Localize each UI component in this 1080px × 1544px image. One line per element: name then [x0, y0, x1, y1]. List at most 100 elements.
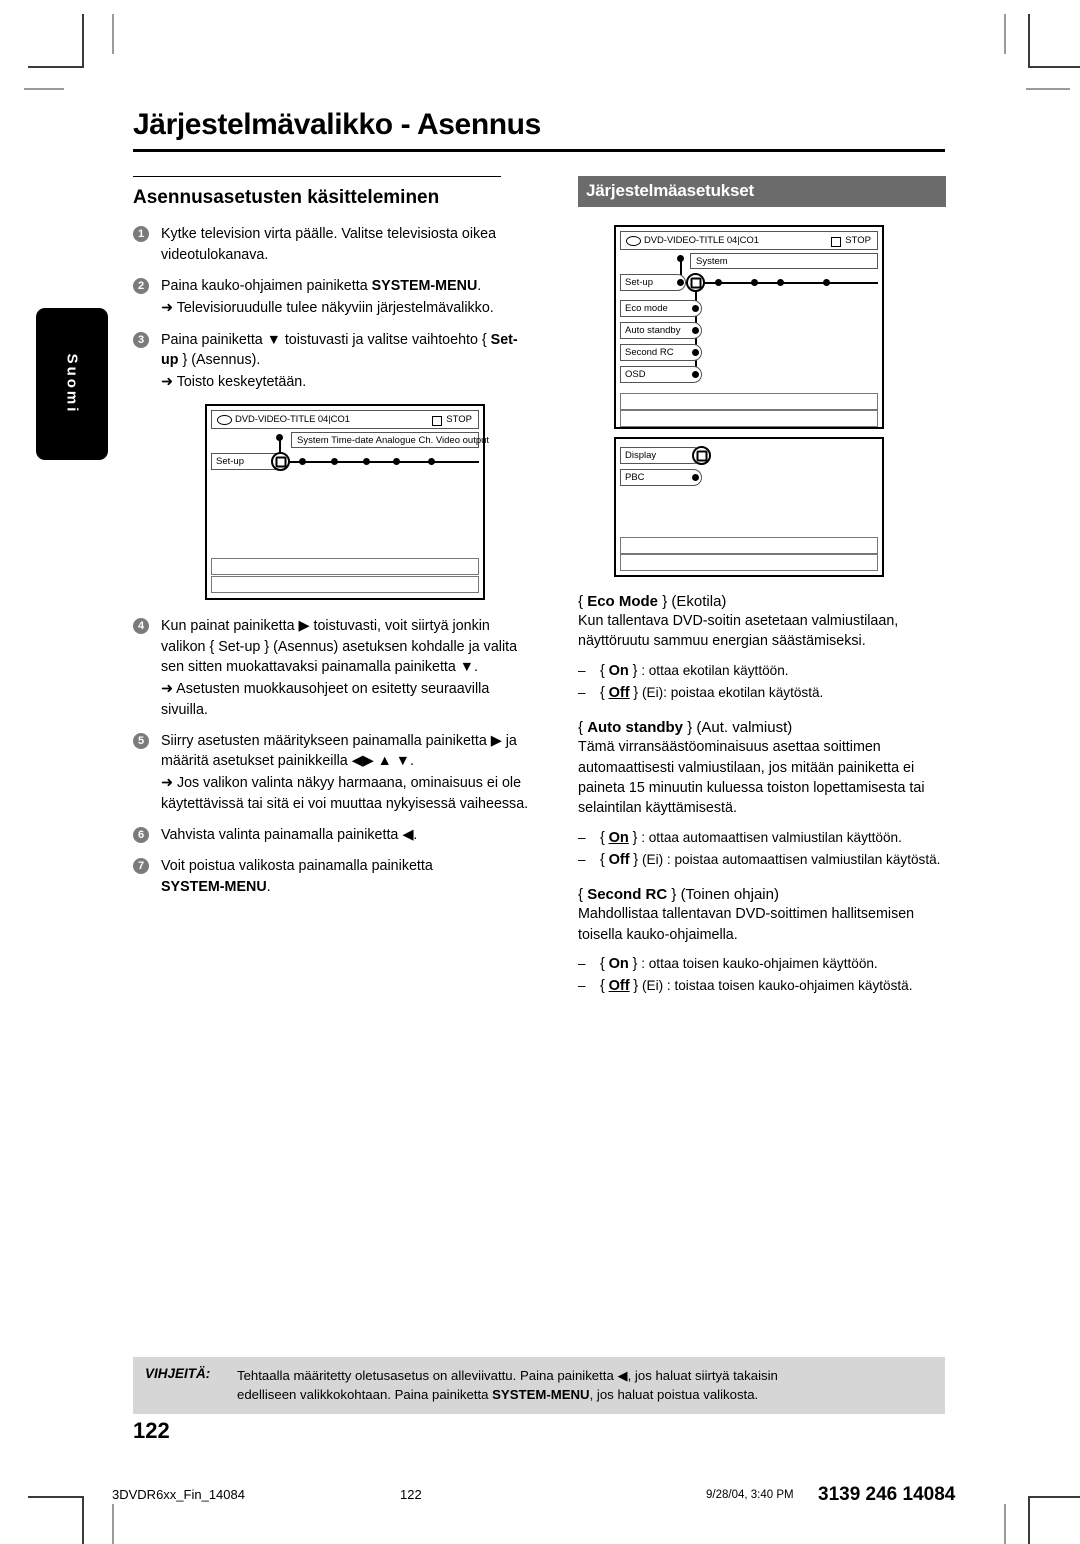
setting-options: – { On } : ottaa toisen kauko-ohjaimen k…: [578, 954, 946, 997]
tv-node-dot: [692, 349, 699, 356]
footer-filename: 3DVDR6xx_Fin_14084: [112, 1487, 245, 1502]
option-dash: –: [578, 978, 586, 994]
setting-name: Second RC: [587, 886, 668, 904]
option-desc: : poistaa automaattisen valmiustilan käy…: [663, 852, 941, 868]
tv-pill-item: OSD: [620, 366, 702, 383]
tv-node-dot: [276, 434, 283, 442]
step-text-post: } (Asennus).: [178, 351, 261, 368]
step-item: 3 Paina painiketta ▼ toistuvasti ja vali…: [133, 330, 533, 393]
setting-section: { Second RC } (Toinen ohjain) Mahdollist…: [578, 886, 946, 996]
option-desc: : poistaa ekotilan käytöstä.: [663, 685, 824, 701]
setting-options: – { On } : ottaa automaattisen valmiusti…: [578, 828, 946, 871]
left-section-heading: Asennusasetusten käsitteleminen: [133, 187, 440, 208]
crop-mark-tl-bleed-v: [112, 14, 114, 54]
tv-pill-item-label: Auto standby: [625, 325, 681, 336]
language-tab-label: Suomi: [63, 353, 81, 415]
disc-icon: [626, 236, 641, 246]
tv-pill-item-label: Eco mode: [625, 303, 668, 314]
brace-open: {: [600, 662, 605, 679]
option-key: On: [608, 662, 629, 679]
tips-label: VIHJEITÄ:: [145, 1366, 211, 1381]
setting-translation: (Ekotila): [671, 593, 727, 610]
step-bold-key: SYSTEM-MENU: [371, 277, 478, 294]
tv-node-dot: [331, 458, 338, 466]
step-number: 7: [133, 858, 149, 875]
stop-icon: [432, 416, 442, 427]
page-title: Järjestelmävalikko - Asennus: [133, 108, 541, 141]
step-item: 4 Kun painat painiketta ▶ toistuvasti, v…: [133, 616, 533, 719]
tv-footer-row: [620, 537, 878, 554]
step-text: Voit poistua valikosta painamalla painik…: [161, 858, 433, 875]
folio-page-number: 122: [133, 1418, 170, 1443]
step-bold-key: SYSTEM-MENU: [161, 878, 267, 895]
tv-pill-item-label: Second RC: [625, 347, 674, 358]
disc-icon: [217, 415, 232, 426]
stop-label: STOP: [845, 235, 871, 246]
left-heading-divider: [133, 176, 501, 177]
setting-options: – { On } : ottaa ekotilan käyttöön. – { …: [578, 661, 946, 704]
brace-open: {: [600, 685, 605, 702]
brace-close: }: [632, 662, 638, 679]
step-item: 6 Vahvista valinta painamalla painiketta…: [133, 825, 533, 845]
tv-screen-2-inner: DVD-VIDEO-TITLE 04|CO1 STOP System Set-u…: [620, 231, 878, 427]
footer-page-number: 122: [400, 1487, 422, 1502]
step-number: 6: [133, 827, 149, 844]
setting-description: Tämä virransäästöominaisuus asettaa soit…: [578, 739, 925, 817]
step-item: 5 Siirry asetusten määritykseen painamal…: [133, 731, 533, 814]
option-desc: : ottaa ekotilan käyttöön.: [641, 662, 789, 678]
step-text-post: .: [477, 277, 482, 294]
option-key: Off: [608, 852, 630, 869]
stop-icon: [831, 237, 841, 247]
brace-close: }: [662, 593, 668, 610]
step-sub-note: ➜ Asetusten muokkausohjeet on esitetty s…: [161, 681, 490, 718]
crop-mark-tr-bleed-v: [1004, 14, 1006, 54]
step-number: 2: [133, 277, 149, 294]
brace-close: }: [632, 956, 638, 973]
step-sub-note: ➜ Toisto keskeytetään.: [161, 374, 307, 391]
right-section-heading: Järjestelmäasetukset: [578, 176, 946, 207]
setting-description: Kun tallentava DVD-soitin asetetaan valm…: [578, 613, 899, 650]
tv-node-dot: [715, 279, 722, 286]
left-column: Asennusasetusten käsitteleminen 1 Kytke …: [133, 176, 533, 908]
document-page: Järjestelmävalikko - Asennus Suomi Asenn…: [0, 0, 1080, 1544]
tips-line-2-post: , jos haluat poistua valikosta.: [589, 1387, 759, 1403]
tv-node-dot: [777, 279, 784, 286]
option-key: On: [608, 829, 629, 846]
setting-title: { Eco Mode } (Ekotila): [578, 593, 946, 610]
tips-line-2-pre: edelliseen valikkokohtaan. Paina painike…: [237, 1387, 493, 1403]
tv-node-dot: [823, 279, 830, 286]
brace-close: }: [687, 719, 693, 737]
tv-pill-item-label: PBC: [625, 472, 645, 483]
step-number: 1: [133, 226, 149, 243]
brace-close: }: [633, 685, 639, 702]
tv-pill-item-label: OSD: [625, 369, 646, 380]
footer-timestamp: 9/28/04, 3:40 PM: [706, 1489, 794, 1501]
brace-open: {: [600, 829, 605, 846]
disc-label: DVD-VIDEO-TITLE 04|CO1: [644, 235, 759, 246]
brace-open: {: [578, 593, 584, 610]
setting-section: { Auto standby } (Aut. valmiust) Tämä vi…: [578, 719, 946, 870]
setting-title: { Auto standby } (Aut. valmiust): [578, 719, 946, 736]
footer-doc-code: 3139 246 14084: [818, 1484, 956, 1505]
tips-row: VIHJEITÄ: Tehtaalla määritetty oletusase…: [133, 1366, 945, 1404]
step-text-post: .: [266, 878, 271, 895]
tv-focus-ring: [271, 452, 290, 472]
tv-pill-item: Second RC: [620, 344, 702, 361]
setting-section: { Eco Mode } (Ekotila) Kun tallentava DV…: [578, 593, 946, 703]
option-dash: –: [578, 852, 586, 868]
tv-focus-ring: [686, 273, 705, 292]
tv-screen-1-inner: DVD-VIDEO-TITLE 04|CO1 STOP System Time-…: [211, 410, 489, 594]
brace-open: {: [578, 886, 584, 904]
step-item: 7 Voit poistua valikosta painamalla pain…: [133, 856, 533, 897]
setting-option: – { Off } (Ei) : toistaa toisen kauko-oh…: [578, 976, 946, 996]
title-block: Järjestelmävalikko - Asennus: [133, 108, 945, 152]
step-number: 5: [133, 732, 149, 749]
step-number: 4: [133, 618, 149, 635]
tv-node-dot: [751, 279, 758, 286]
tv-node-dot: [692, 371, 699, 378]
setting-name: Auto standby: [587, 719, 684, 737]
option-dash: –: [578, 685, 586, 701]
brace-close: }: [671, 886, 677, 904]
tv-footer-row: [211, 576, 479, 594]
step-item: 2 Paina kauko-ohjaimen painiketta SYSTEM…: [133, 276, 533, 319]
